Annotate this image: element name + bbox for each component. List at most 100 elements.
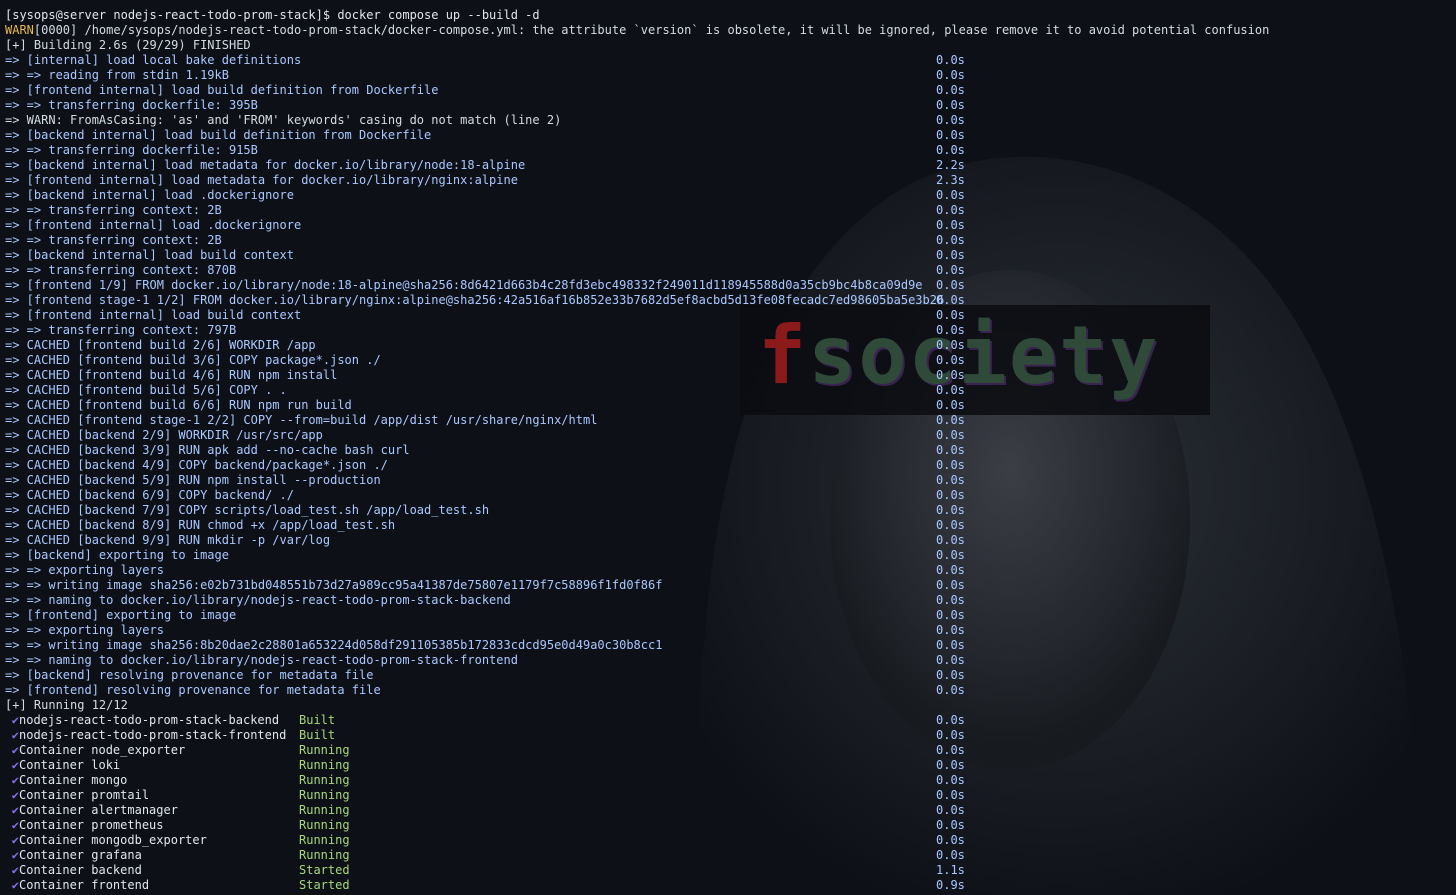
running-item-name: Container grafana xyxy=(19,848,142,862)
running-item-status: Running xyxy=(299,833,350,847)
running-item-status: Started xyxy=(299,863,350,877)
running-item-status: Running xyxy=(299,788,350,802)
build-step-text: => => naming to docker.io/library/nodejs… xyxy=(5,653,518,667)
build-step-line: => => transferring context: 870B 0.0s xyxy=(5,263,1456,278)
build-step-time: 0.0s xyxy=(936,458,965,472)
build-step-text: => [backend internal] load build definit… xyxy=(5,128,432,142)
running-item-name: Container backend xyxy=(19,863,142,877)
running-item-time: 0.0s xyxy=(936,788,965,802)
build-step-text: => [frontend stage-1 1/2] FROM docker.io… xyxy=(5,293,945,307)
running-item-status: Built xyxy=(299,728,336,742)
build-step-text: => CACHED [backend 4/9] COPY backend/pac… xyxy=(5,458,388,472)
build-step-text: => => transferring dockerfile: 915B xyxy=(5,143,258,157)
running-item-name: nodejs-react-todo-prom-stack-frontend xyxy=(19,728,287,742)
check-icon: ✔ xyxy=(11,878,19,892)
build-step-line: => [frontend] exporting to image 0.0s xyxy=(5,608,1456,623)
running-item-time: 0.0s xyxy=(936,848,965,862)
build-step-text: => => exporting layers xyxy=(5,623,164,637)
build-step-line: => => reading from stdin 1.19kB 0.0s xyxy=(5,68,1456,83)
build-step-line: => => exporting layers 0.0s xyxy=(5,623,1456,638)
build-step-line: => => writing image sha256:e02b731bd0485… xyxy=(5,578,1456,593)
build-step-time: 0.0s xyxy=(936,53,965,67)
build-step-line: => [backend] resolving provenance for me… xyxy=(5,668,1456,683)
build-step-text: => [frontend internal] load build contex… xyxy=(5,308,302,322)
build-step-line: => => transferring dockerfile: 395B 0.0s xyxy=(5,98,1456,113)
build-step-time: 0.0s xyxy=(936,233,965,247)
build-step-text: => [backend] exporting to image xyxy=(5,548,229,562)
build-step-line: => CACHED [backend 4/9] COPY backend/pac… xyxy=(5,458,1456,473)
build-step-text: => => exporting layers xyxy=(5,563,164,577)
build-step-line: => [backend internal] load build context… xyxy=(5,248,1456,263)
warn-tag: WARN xyxy=(5,23,34,37)
build-step-text: => CACHED [backend 9/9] RUN mkdir -p /va… xyxy=(5,533,331,547)
build-step-time: 0.0s xyxy=(936,383,965,397)
running-item-time: 0.0s xyxy=(936,833,965,847)
build-step-time: 0.0s xyxy=(936,578,965,592)
build-step-time: 0.0s xyxy=(936,608,965,622)
running-item-status: Running xyxy=(299,818,350,832)
running-item-status: Running xyxy=(299,743,350,757)
build-step-line: => CACHED [backend 5/9] RUN npm install … xyxy=(5,473,1456,488)
build-step-time: 0.0s xyxy=(936,278,965,292)
build-step-time: 0.0s xyxy=(936,113,965,127)
build-step-line: => => exporting layers 0.0s xyxy=(5,563,1456,578)
running-item-name: Container prometheus xyxy=(19,818,164,832)
warning-line: WARN[0000] /home/sysops/nodejs-react-tod… xyxy=(5,23,1456,38)
build-step-line: => [backend] exporting to image 0.0s xyxy=(5,548,1456,563)
build-step-time: 0.0s xyxy=(936,368,965,382)
build-step-text: => [frontend 1/9] FROM docker.io/library… xyxy=(5,278,923,292)
build-step-text: => CACHED [backend 7/9] COPY scripts/loa… xyxy=(5,503,490,517)
check-icon: ✔ xyxy=(11,788,19,802)
build-step-text: => [backend internal] load metadata for … xyxy=(5,158,526,172)
build-step-line: => CACHED [backend 8/9] RUN chmod +x /ap… xyxy=(5,518,1456,533)
build-step-time: 0.0s xyxy=(936,398,965,412)
build-step-time: 0.0s xyxy=(936,248,965,262)
running-item-status: Running xyxy=(299,803,350,817)
build-step-line: => CACHED [backend 6/9] COPY backend/ ./… xyxy=(5,488,1456,503)
running-item-line: ✔nodejs-react-todo-prom-stack-backend Bui… xyxy=(5,713,1456,728)
build-step-line: => => naming to docker.io/library/nodejs… xyxy=(5,593,1456,608)
build-step-time: 0.0s xyxy=(936,128,965,142)
build-step-text: => => transferring context: 2B xyxy=(5,233,222,247)
build-step-line: => CACHED [frontend build 4/6] RUN npm i… xyxy=(5,368,1456,383)
check-icon: ✔ xyxy=(11,818,19,832)
build-step-time: 0.0s xyxy=(936,443,965,457)
build-step-line: => WARN: FromAsCasing: 'as' and 'FROM' k… xyxy=(5,113,1456,128)
build-step-line: => [frontend internal] load .dockerignor… xyxy=(5,218,1456,233)
build-step-time: 0.0s xyxy=(936,503,965,517)
check-icon: ✔ xyxy=(11,773,19,787)
build-step-time: 0.0s xyxy=(936,293,965,307)
build-step-time: 0.0s xyxy=(936,68,965,82)
running-item-name: Container alertmanager xyxy=(19,803,178,817)
build-step-text: => [internal] load local bake definition… xyxy=(5,53,302,67)
build-step-time: 2.3s xyxy=(936,173,965,187)
running-containers-list: ✔nodejs-react-todo-prom-stack-backend Bui… xyxy=(5,713,1456,893)
running-item-time: 1.1s xyxy=(936,863,965,877)
build-step-text: => CACHED [frontend stage-1 2/2] COPY --… xyxy=(5,413,598,427)
build-steps-list: => [internal] load local bake definition… xyxy=(5,53,1456,698)
build-step-line: => [frontend internal] load metadata for… xyxy=(5,173,1456,188)
running-item-time: 0.0s xyxy=(936,803,965,817)
build-step-text: => => writing image sha256:8b20dae2c2880… xyxy=(5,638,663,652)
running-item-status: Running xyxy=(299,758,350,772)
build-step-line: => [frontend] resolving provenance for m… xyxy=(5,683,1456,698)
running-header: [+] Running 12/12 xyxy=(5,698,128,712)
build-step-line: => CACHED [backend 2/9] WORKDIR /usr/src… xyxy=(5,428,1456,443)
running-item-name: Container promtail xyxy=(19,788,150,802)
build-step-line: => [backend internal] load build definit… xyxy=(5,128,1456,143)
build-step-time: 0.0s xyxy=(936,488,965,502)
build-step-time: 0.0s xyxy=(936,263,965,277)
build-step-time: 0.0s xyxy=(936,638,965,652)
build-step-text: => CACHED [frontend build 5/6] COPY . . xyxy=(5,383,287,397)
running-item-line: ✔Container promtail Running 0.0s xyxy=(5,788,1456,803)
build-step-text: => CACHED [backend 2/9] WORKDIR /usr/src… xyxy=(5,428,323,442)
build-step-time: 0.0s xyxy=(936,203,965,217)
terminal-output[interactable]: [sysops@server nodejs-react-todo-prom-st… xyxy=(5,8,1456,893)
build-step-time: 0.0s xyxy=(936,143,965,157)
running-item-line: ✔Container alertmanager Running 0.0s xyxy=(5,803,1456,818)
running-item-name: Container mongodb_exporter xyxy=(19,833,207,847)
running-item-time: 0.0s xyxy=(936,713,965,727)
running-item-time: 0.9s xyxy=(936,878,965,892)
check-icon: ✔ xyxy=(11,833,19,847)
build-step-time: 0.0s xyxy=(936,353,965,367)
